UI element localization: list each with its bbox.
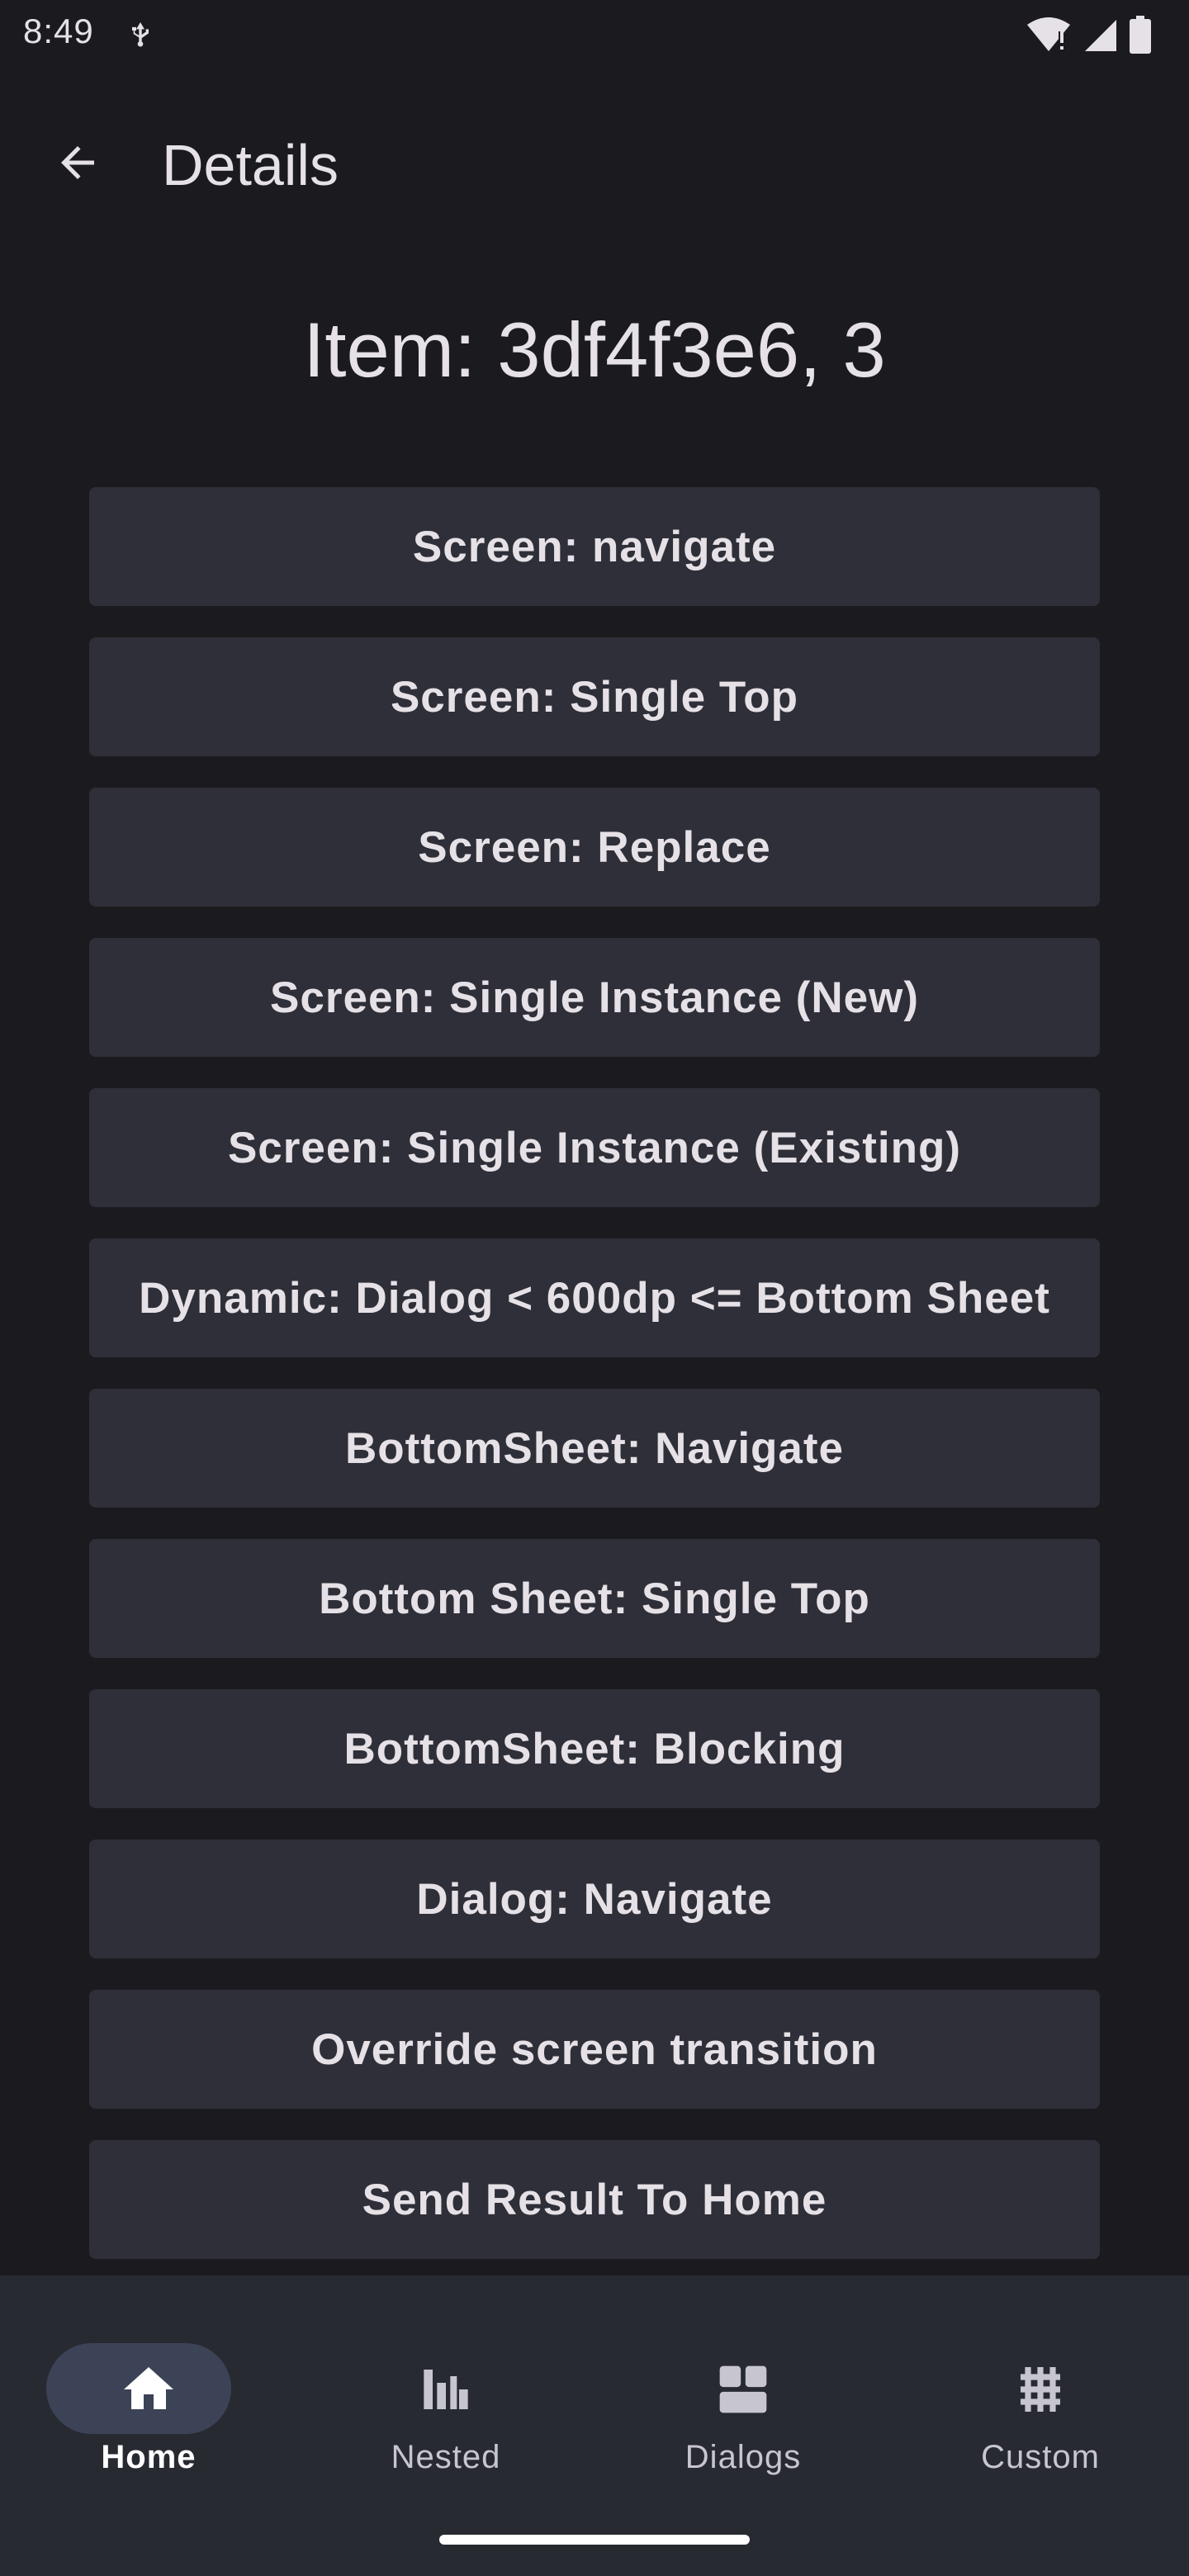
nav-item-nested[interactable]: Nested: [297, 2308, 594, 2482]
nav-label-nested: Nested: [391, 2439, 501, 2475]
top-app-bar: Details: [0, 99, 1189, 226]
wifi-alert-icon: [1027, 17, 1070, 51]
screen-single-instance-existing-button[interactable]: Screen: Single Instance (Existing): [89, 1088, 1100, 1207]
nav-label-dialogs: Dialogs: [685, 2439, 802, 2475]
arrow-back-icon: [61, 146, 94, 179]
usb-debug-icon: [132, 22, 149, 47]
back-button[interactable]: [38, 123, 117, 202]
status-icons: [1026, 15, 1151, 54]
bottomsheet-navigate-button[interactable]: BottomSheet: Navigate: [89, 1389, 1100, 1508]
screen-single-top-button[interactable]: Screen: Single Top: [89, 637, 1100, 756]
dynamic-dialog-bottom-sheet-button[interactable]: Dynamic: Dialog < 600dp <= Bottom Sheet: [89, 1238, 1100, 1357]
gesture-home-indicator[interactable]: [439, 2535, 750, 2545]
grid-squares-icon: [594, 2360, 892, 2419]
status-bar: 8:49: [0, 0, 1189, 69]
nav-item-custom[interactable]: Custom: [892, 2308, 1189, 2482]
bottom-navigation-bar: Home Nested Dialogs Custom: [0, 2275, 1189, 2576]
screen-navigate-button[interactable]: Screen: navigate: [89, 487, 1100, 606]
screen-replace-button[interactable]: Screen: Replace: [89, 788, 1100, 907]
override-screen-transition-button[interactable]: Override screen transition: [89, 1990, 1100, 2109]
send-result-to-home-button[interactable]: Send Result To Home: [89, 2140, 1100, 2259]
nested-bars-icon: [297, 2360, 594, 2419]
home-icon: [0, 2360, 297, 2419]
bottomsheet-blocking-button[interactable]: BottomSheet: Blocking: [89, 1689, 1100, 1808]
dialog-navigate-button[interactable]: Dialog: Navigate: [89, 1840, 1100, 1958]
screen-single-instance-new-button[interactable]: Screen: Single Instance (New): [89, 938, 1100, 1057]
nav-item-dialogs[interactable]: Dialogs: [594, 2308, 892, 2482]
nav-item-home[interactable]: Home: [0, 2308, 297, 2482]
nav-label-home: Home: [101, 2439, 197, 2475]
action-button-list: Screen: navigate Screen: Single Top Scre…: [89, 487, 1100, 2290]
battery-icon: [1130, 16, 1151, 54]
bottom-sheet-single-top-button[interactable]: Bottom Sheet: Single Top: [89, 1539, 1100, 1658]
page-title: Details: [162, 133, 339, 197]
hashtag-grid-icon: [892, 2360, 1189, 2419]
status-time: 8:49: [23, 12, 94, 50]
cell-signal-icon: [1085, 20, 1116, 51]
nav-label-custom: Custom: [981, 2439, 1100, 2475]
item-title: Item: 3df4f3e6, 3: [303, 306, 886, 393]
